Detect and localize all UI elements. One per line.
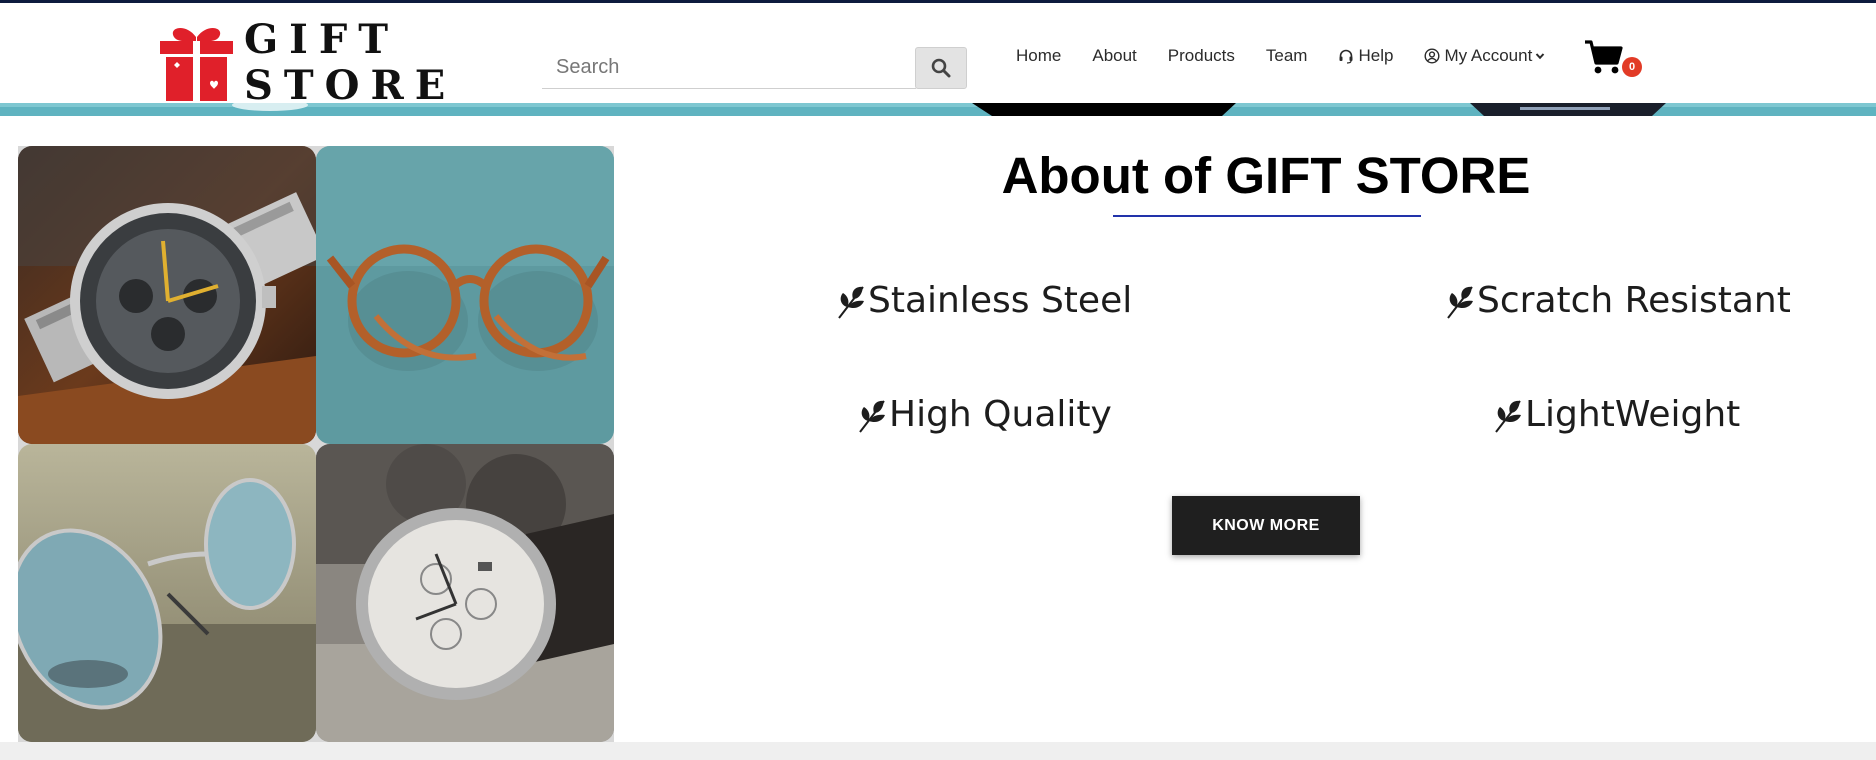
search-button[interactable] [915,47,967,89]
nav-my-account-label: My Account [1444,46,1533,65]
know-more-button[interactable]: KNOW MORE [1172,496,1360,555]
about-title: About of GIFT STORE [1001,147,1531,204]
nav-my-account[interactable]: My Account [1424,46,1545,66]
nav-home-label: Home [1016,46,1062,65]
nav-products[interactable]: Products [1168,46,1235,66]
nav-home[interactable]: Home [1016,46,1061,66]
search-icon [931,58,951,78]
gallery-image-wooden-eyeglasses [316,146,614,444]
logo-line-1: GIFT [244,16,400,63]
nav-team-label: Team [1265,46,1308,65]
bottom-bar [0,742,1876,760]
logo-wordmark: GIFT STORE [244,17,456,109]
nav-about-label: About [1092,46,1137,65]
product-gallery [18,146,614,742]
leaf-icon [836,283,866,319]
site-header: GIFT STORE Home About Products Team [0,3,1876,109]
feature-lightweight: LightWeight [1493,394,1740,435]
feature-stainless-steel: Stainless Steel [836,280,1132,321]
feature-lightweight-label: LightWeight [1525,394,1741,435]
main-nav: Home About Products Team Help My Account [1016,43,1576,69]
hero-banner-strip [0,103,1876,116]
feature-high-quality-label: High Quality [889,394,1112,435]
nav-about[interactable]: About [1092,46,1136,66]
feature-stainless-steel-label: Stainless Steel [868,280,1133,321]
gallery-image-silver-watch [316,444,614,742]
feature-high-quality: High Quality [857,394,1112,435]
cart-icon [1585,40,1623,74]
gift-box-icon [160,27,233,101]
gallery-image-round-sunglasses [18,444,316,742]
headset-icon [1338,48,1354,64]
user-circle-icon [1424,48,1440,64]
leaf-icon [857,397,887,433]
nav-help[interactable]: Help [1338,46,1393,66]
gift-store-logo[interactable]: GIFT STORE [160,17,445,109]
leaf-icon [1493,397,1523,433]
gallery-image-chronograph-watch [18,146,316,444]
title-underline [1113,215,1421,217]
feature-scratch-resistant: Scratch Resistant [1445,280,1791,321]
nav-help-label: Help [1358,46,1394,65]
nav-products-label: Products [1167,46,1235,65]
cart-count-badge: 0 [1622,57,1642,77]
nav-team[interactable]: Team [1266,46,1308,66]
search-input[interactable] [542,47,916,89]
chevron-down-icon [1535,51,1545,61]
leaf-icon [1445,283,1475,319]
feature-scratch-resistant-label: Scratch Resistant [1477,280,1791,321]
search-bar [542,47,967,89]
cart-button[interactable]: 0 [1584,39,1646,79]
